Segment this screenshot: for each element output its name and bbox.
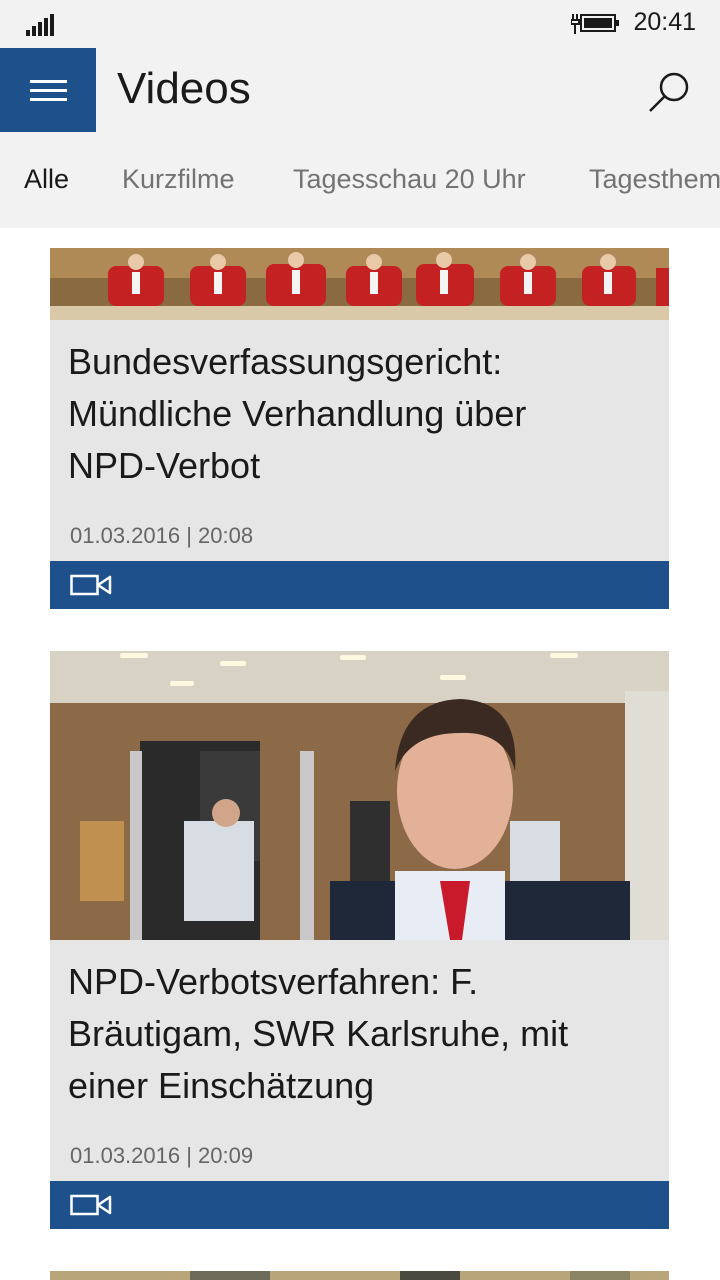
hamburger-icon [30,80,67,83]
video-title: NPD-Verbotsverfahren: F. Bräutigam, SWR … [68,961,569,1106]
status-clock: 20:41 [633,8,696,36]
tab-alle[interactable]: Alle [24,164,69,195]
video-date: 01.03.2016 | 20:08 [70,523,254,548]
video-type-bar [50,561,669,609]
video-card[interactable] [50,1271,669,1280]
video-card[interactable]: Bundesverfassungsgericht: Mündliche Verh… [50,248,669,609]
video-date: 01.03.2016 | 20:09 [70,1143,254,1168]
status-bar: 20:41 [0,0,720,48]
app-header: Videos Alle Kurzfilme Tagesschau 20 Uhr … [0,48,720,228]
video-card[interactable]: NPD-Verbotsverfahren: F. Bräutigam, SWR … [50,651,669,1229]
menu-button[interactable] [0,48,96,132]
page-title: Videos [117,64,251,113]
category-tabs: Alle Kurzfilme Tagesschau 20 Uhr Tagesth… [0,160,720,208]
tab-tagesschau-20-uhr[interactable]: Tagesschau 20 Uhr [293,164,526,195]
video-thumbnail [50,651,669,940]
video-thumbnail [50,248,669,320]
signal-strength-icon [26,14,56,36]
tab-kurzfilme[interactable]: Kurzfilme [122,164,235,195]
video-camera-icon [70,1194,112,1216]
search-icon[interactable] [644,68,694,118]
video-type-bar [50,1181,669,1229]
video-thumbnail [50,1271,669,1280]
video-title: Bundesverfassungsgericht: Mündliche Verh… [68,341,527,486]
tab-tagesthemen[interactable]: Tagesthemen [589,164,720,195]
battery-charging-icon [571,14,619,34]
video-camera-icon [70,574,112,596]
